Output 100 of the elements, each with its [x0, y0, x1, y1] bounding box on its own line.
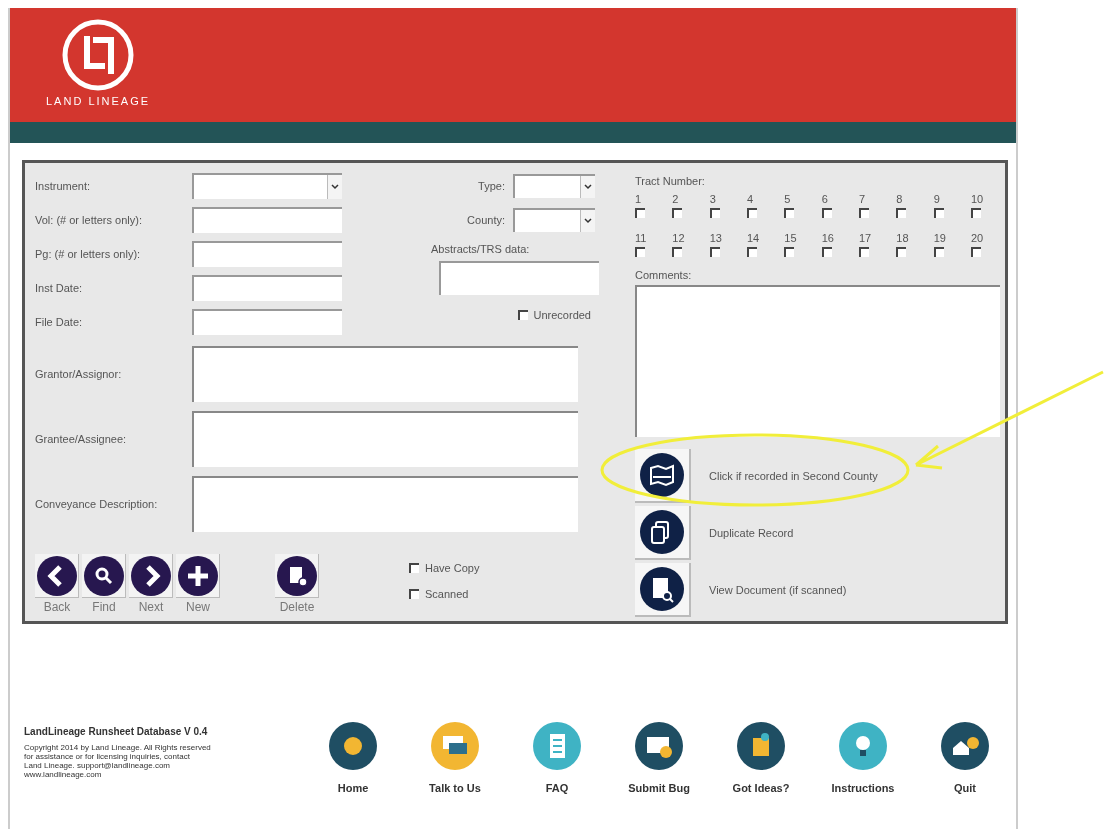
logo-icon: [61, 18, 136, 92]
button-caption: Delete: [279, 600, 315, 614]
dropdown-field[interactable]: [513, 208, 595, 232]
comments-label: Comments:: [635, 269, 693, 281]
checkbox[interactable]: [784, 208, 795, 218]
checkbox[interactable]: [747, 208, 757, 218]
field-label: Type:: [478, 180, 505, 192]
checkbox[interactable]: [858, 208, 869, 218]
tract-number: 2: [672, 193, 679, 205]
tract-number: 15: [784, 232, 797, 244]
button-caption: Back: [43, 600, 71, 614]
input-field[interactable]: [192, 241, 342, 267]
checkbox-label: Scanned: [425, 588, 469, 600]
tract-number: 5: [784, 193, 791, 205]
button-caption: New: [186, 600, 210, 614]
checkbox[interactable]: [709, 208, 720, 218]
checkbox[interactable]: [672, 247, 683, 257]
footer-link[interactable]: Home: [337, 782, 369, 794]
footer-link[interactable]: Submit Bug: [628, 782, 690, 794]
tract-number: 8: [896, 193, 903, 205]
tract-number: 19: [933, 232, 946, 244]
dropdown-field[interactable]: [513, 174, 595, 198]
footer-link[interactable]: FAQ: [545, 782, 569, 794]
checkbox[interactable]: [709, 247, 720, 257]
action-button[interactable]: [635, 506, 691, 560]
checkbox[interactable]: [635, 247, 645, 257]
checkbox[interactable]: [970, 247, 981, 257]
field-label: Vol: (# or letters only):: [35, 214, 143, 226]
dropdown-field[interactable]: [192, 173, 342, 199]
tract-number: 17: [858, 232, 872, 244]
tract-number: 3: [709, 193, 716, 205]
text-area[interactable]: [192, 411, 578, 467]
input-field[interactable]: [439, 261, 599, 295]
field-label: Grantee/Assignee:: [35, 433, 128, 445]
text-area[interactable]: [192, 346, 578, 402]
button-caption: Find: [92, 600, 116, 614]
action-label: View Document (if scanned): [709, 584, 847, 596]
copyright-text: Land Lineage. support@landlineage.com: [24, 761, 171, 770]
tract-number: 4: [747, 193, 754, 205]
logo-text: LAND LINEAGE: [46, 95, 151, 107]
nav-button[interactable]: [129, 554, 173, 598]
tract-label: Tract Number:: [635, 175, 706, 187]
checkbox[interactable]: [896, 247, 907, 257]
text-area[interactable]: [192, 476, 578, 532]
app-version-title: LandLineage Runsheet Database V 0.4: [24, 726, 209, 737]
checkbox[interactable]: [933, 208, 944, 218]
checkbox[interactable]: [896, 208, 907, 218]
nav-button[interactable]: [275, 554, 319, 598]
checkbox[interactable]: [517, 310, 528, 320]
tract-number: 11: [635, 232, 647, 244]
checkbox[interactable]: [409, 563, 419, 573]
field-label: Instrument:: [35, 180, 92, 192]
tract-number: 7: [858, 193, 866, 205]
checkbox[interactable]: [409, 589, 419, 599]
action-button[interactable]: [635, 449, 691, 503]
tract-number: 18: [896, 232, 909, 244]
tract-number: 1: [635, 193, 642, 205]
field-label: File Date:: [35, 316, 84, 328]
field-label: Pg: (# or letters only):: [35, 248, 142, 260]
tract-number: 14: [747, 232, 760, 244]
field-label: Conveyance Description:: [35, 498, 159, 510]
checkbox[interactable]: [933, 247, 944, 257]
footer-link[interactable]: Quit: [954, 782, 976, 794]
checkbox[interactable]: [747, 247, 757, 257]
action-button[interactable]: [635, 563, 691, 617]
talk-icon[interactable]: [431, 722, 479, 770]
checkbox-label: Have Copy: [425, 562, 480, 574]
action-label: Duplicate Record: [709, 527, 794, 539]
tract-number: 9: [933, 193, 940, 205]
footer-link[interactable]: Talk to Us: [429, 782, 481, 794]
tract-number: 10: [970, 193, 984, 205]
checkbox[interactable]: [784, 247, 795, 257]
copyright-text: Copyright 2014 by Land Lineage. All Rights reserved: [24, 743, 212, 752]
tract-number: 16: [821, 232, 834, 244]
button-caption: Next: [138, 600, 164, 614]
checkbox-label: Unrecorded: [533, 309, 591, 321]
input-field[interactable]: [192, 207, 342, 233]
tract-number: 6: [821, 193, 828, 205]
field-label: Abstracts/TRS data:: [431, 243, 530, 255]
checkbox[interactable]: [858, 247, 869, 257]
footer-link[interactable]: Got Ideas?: [732, 782, 790, 794]
checkbox[interactable]: [672, 208, 683, 218]
action-label: Click if recorded in Second County: [709, 470, 878, 482]
nav-button[interactable]: [82, 554, 126, 598]
field-label: Grantor/Assignor:: [35, 368, 123, 380]
tract-number: 13: [709, 232, 722, 244]
nav-button[interactable]: [35, 554, 79, 598]
field-label: Inst Date:: [35, 282, 84, 294]
copyright-text: for assistance or for licensing inquiries, contact: [24, 752, 191, 761]
checkbox[interactable]: [821, 208, 832, 218]
tract-number: 12: [672, 232, 685, 244]
field-label: County:: [467, 214, 505, 226]
checkbox[interactable]: [821, 247, 832, 257]
checkbox[interactable]: [635, 208, 645, 218]
checkbox[interactable]: [970, 208, 981, 218]
copyright-text: www.landlineage.com: [24, 770, 103, 779]
nav-button[interactable]: [176, 554, 220, 598]
input-field[interactable]: [192, 275, 342, 301]
footer-link[interactable]: Instructions: [831, 782, 895, 794]
input-field[interactable]: [192, 309, 342, 335]
